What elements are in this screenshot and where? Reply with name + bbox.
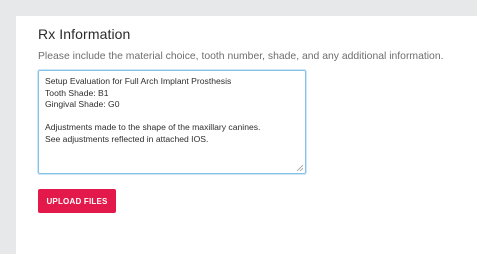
rx-notes-textarea[interactable]: Setup Evaluation for Full Arch Implant P… (39, 71, 305, 173)
upload-files-button[interactable]: UPLOAD FILES (38, 189, 116, 213)
section-title: Rx Information (38, 26, 131, 42)
rx-notes-container: Setup Evaluation for Full Arch Implant P… (38, 70, 306, 174)
section-description: Please include the material choice, toot… (38, 51, 444, 62)
rx-information-panel: Rx Information Please include the materi… (16, 16, 477, 254)
resize-handle-icon[interactable] (296, 164, 303, 171)
